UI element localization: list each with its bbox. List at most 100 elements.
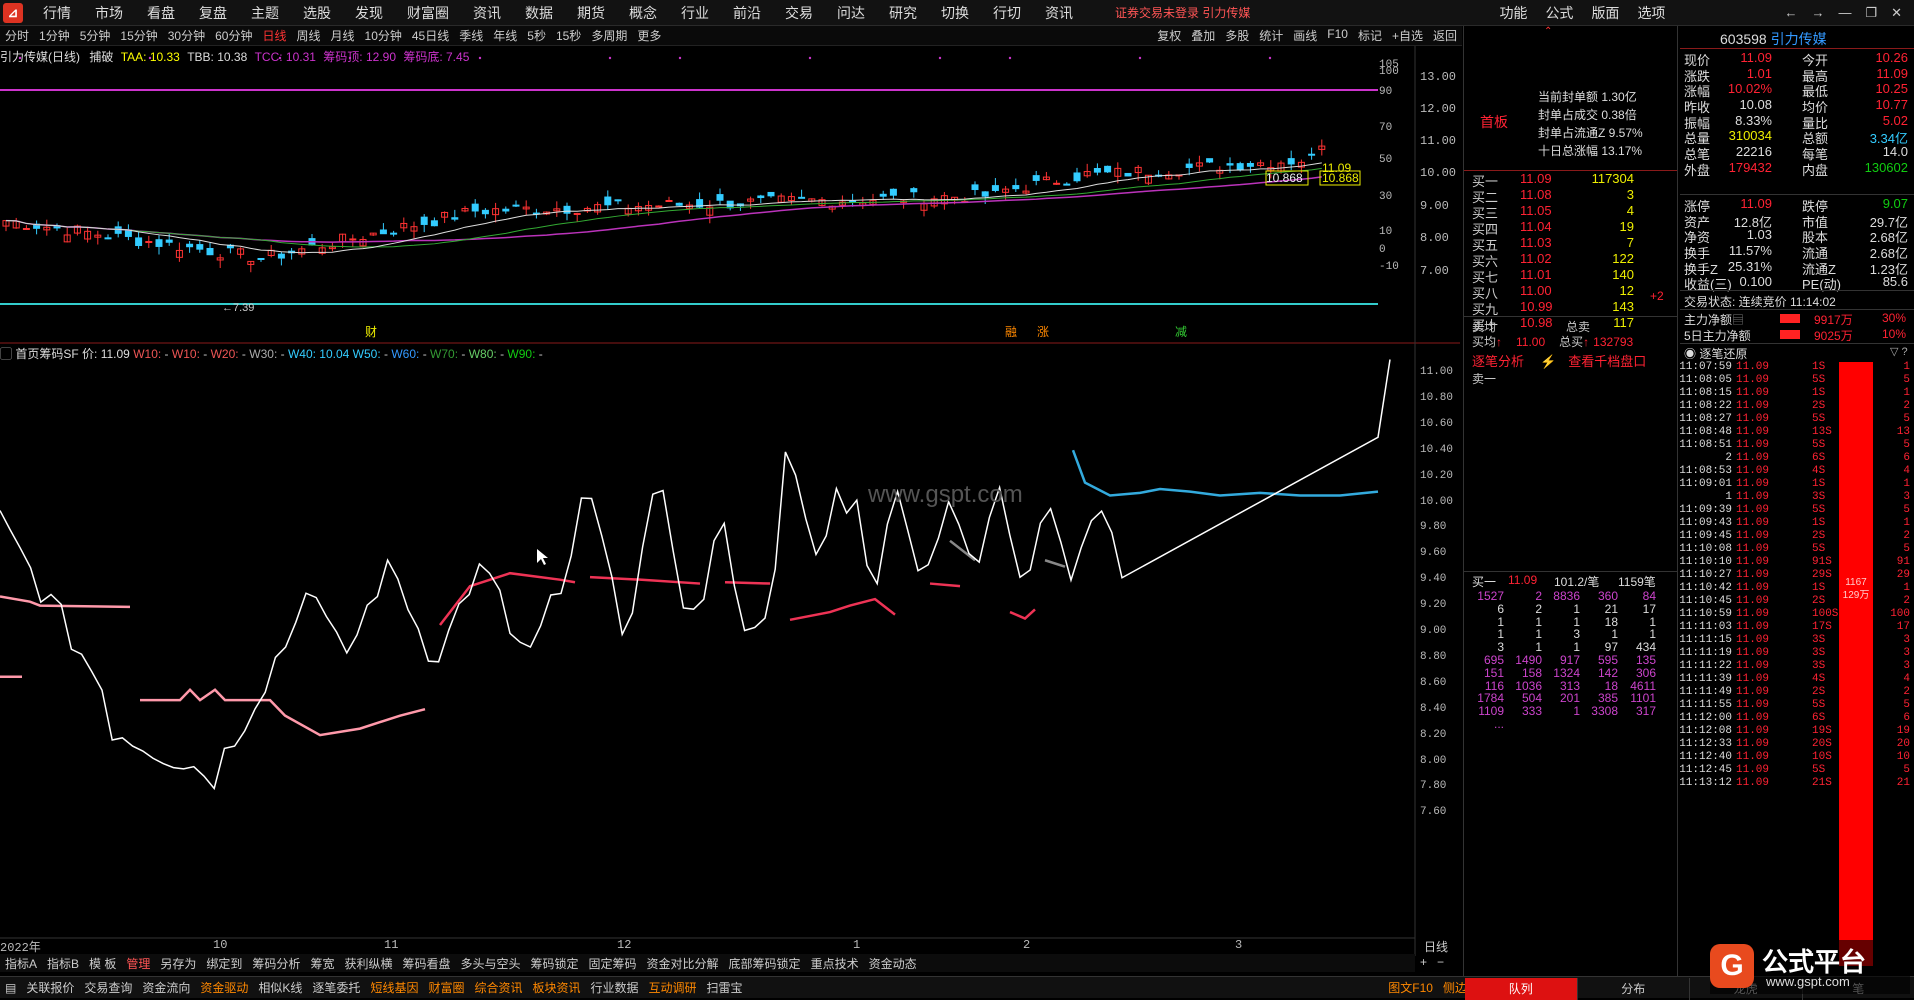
event-mark-cai[interactable]: 财 [365, 325, 377, 339]
expand-icon[interactable]: ▢ [0, 347, 12, 361]
menu-item[interactable]: 问达 [837, 3, 865, 23]
indicator-tab[interactable]: 模 板 [89, 955, 116, 972]
indicator-tab[interactable]: 固定筹码 [589, 955, 637, 972]
panel-tab[interactable]: 关联报价 [26, 979, 74, 996]
tool-button[interactable]: 标记 [1358, 27, 1382, 44]
indicator-tab[interactable]: 多头与空头 [460, 955, 520, 972]
zoom-out-icon[interactable]: − [1437, 955, 1444, 969]
restore-icon[interactable]: ❐ [1865, 5, 1877, 21]
period-tab[interactable]: 周线 [296, 27, 320, 44]
period-tab[interactable]: 分时 [5, 27, 29, 44]
menu-right-item[interactable]: 公式 [1545, 3, 1573, 23]
menu-item[interactable]: 数据 [525, 3, 553, 23]
zoom-in-icon[interactable]: + [1420, 955, 1427, 969]
back-icon[interactable]: ← [1784, 5, 1797, 21]
panel-icon[interactable]: ▤ [5, 981, 16, 995]
menu-right-item[interactable]: 选项 [1637, 3, 1665, 23]
bid-row[interactable]: 买五11.037 [1472, 235, 1672, 251]
tool-button[interactable]: 统计 [1259, 27, 1283, 44]
indicator-tab[interactable]: 另存为 [160, 955, 196, 972]
tool-button[interactable]: F10 [1327, 27, 1348, 44]
panel-tab[interactable]: 财富圈 [428, 979, 464, 996]
indicator-tab[interactable]: 指标B [47, 955, 79, 972]
bid-row[interactable]: 买一11.09117304 [1472, 171, 1672, 187]
panel-tab[interactable]: 队列 [1465, 978, 1577, 1000]
indicator-tab[interactable]: 筹宽 [310, 955, 334, 972]
period-tab[interactable]: 季线 [459, 27, 483, 44]
period-tab[interactable]: 60分钟 [215, 27, 252, 44]
panel-tab[interactable]: 互动调研 [649, 979, 697, 996]
close-icon[interactable]: ✕ [1891, 5, 1902, 21]
chip-title[interactable]: 首页筹码SF [15, 347, 78, 361]
menu-item[interactable]: 概念 [629, 3, 657, 23]
menu-item[interactable]: 资讯 [1045, 3, 1073, 23]
minimize-icon[interactable]: — [1838, 5, 1851, 21]
event-mark-jian[interactable]: 减 [1175, 325, 1187, 339]
period-tab[interactable]: 10分钟 [365, 27, 402, 44]
indicator-tab[interactable]: 资金动态 [869, 955, 917, 972]
menu-item[interactable]: 资讯 [473, 3, 501, 23]
panel-tab[interactable]: 分布 [1577, 978, 1690, 1000]
indicator-tab[interactable]: 筹码看盘 [402, 955, 450, 972]
bid-row[interactable]: 买六11.02122 [1472, 251, 1672, 267]
period-tab[interactable]: 多周期 [591, 27, 627, 44]
menu-item[interactable]: 发现 [355, 3, 383, 23]
menu-item[interactable]: 行业 [681, 3, 709, 23]
menu-item[interactable]: 看盘 [147, 3, 175, 23]
tick-analysis-link[interactable]: 逐笔分析 [1472, 354, 1524, 369]
period-tab[interactable]: 30分钟 [168, 27, 205, 44]
bid-row[interactable]: 买二11.083 [1472, 187, 1672, 203]
menu-right-item[interactable]: 功能 [1499, 3, 1527, 23]
indicator-tab[interactable]: 底部筹码锁定 [729, 955, 801, 972]
tool-button[interactable]: 返回 [1433, 27, 1457, 44]
indicator-tab[interactable]: 资金对比分解 [647, 955, 719, 972]
menu-item[interactable]: 期货 [577, 3, 605, 23]
indicator-tab[interactable]: 筹码分析 [252, 955, 300, 972]
forward-icon[interactable]: → [1811, 5, 1824, 21]
panel-tab[interactable]: 板块资讯 [532, 979, 580, 996]
period-tab[interactable]: 15分钟 [120, 27, 157, 44]
indicator-tab[interactable]: 绑定到 [206, 955, 242, 972]
bid-row[interactable]: 买八11.0012 [1472, 283, 1672, 299]
bid-row[interactable]: 买七11.01140 [1472, 267, 1672, 283]
panel-tab[interactable]: 逐笔委托 [312, 979, 360, 996]
tool-button[interactable]: 画线 [1293, 27, 1317, 44]
collapse-icon[interactable]: ⌃ [1544, 26, 1564, 36]
panel-tab[interactable]: 资金驱动 [200, 979, 248, 996]
menu-item[interactable]: 研究 [889, 3, 917, 23]
chart-area[interactable]: 10.868 10.868 11.09 ←7.39 财 融 涨 减 www.gs… [0, 46, 1460, 956]
indicator-tab[interactable]: 指标A [5, 955, 37, 972]
tool-button[interactable]: 多股 [1225, 27, 1249, 44]
menu-item[interactable]: 前沿 [733, 3, 761, 23]
period-tab[interactable]: 5秒 [527, 27, 546, 44]
menu-item[interactable]: 行切 [993, 3, 1021, 23]
tool-button[interactable]: +自选 [1392, 27, 1423, 44]
panel-tab[interactable]: 短线基因 [370, 979, 418, 996]
panel-tab[interactable]: 行业数据 [591, 979, 639, 996]
indicator-tab[interactable]: 管理 [126, 955, 150, 972]
menu-item[interactable]: 切换 [941, 3, 969, 23]
event-mark-zhang[interactable]: 涨 [1037, 324, 1049, 339]
period-tab[interactable]: 45日线 [412, 27, 449, 44]
panel-tab[interactable]: 相似K线 [258, 979, 302, 996]
info-icon[interactable]: ▤ [1732, 313, 1744, 327]
menu-item[interactable]: 行情 [43, 3, 71, 23]
side-tab[interactable]: 图文F10 [1388, 979, 1433, 996]
period-tab[interactable]: 月线 [331, 27, 355, 44]
period-tab[interactable]: 15秒 [556, 27, 581, 44]
depth-link[interactable]: 查看千档盘口 [1568, 354, 1646, 369]
tool-button[interactable]: 叠加 [1191, 27, 1215, 44]
bid-row[interactable]: 买九10.99143 [1472, 299, 1672, 315]
menu-item[interactable]: 交易 [785, 3, 813, 23]
bid-row[interactable]: 买三11.054 [1472, 203, 1672, 219]
menu-item[interactable]: 市场 [95, 3, 123, 23]
period-tab[interactable]: 年线 [493, 27, 517, 44]
login-notice[interactable]: 证券交易未登录 引力传媒 [1115, 4, 1250, 21]
menu-item[interactable]: 选股 [303, 3, 331, 23]
indicator-tab[interactable]: 获利纵横 [344, 955, 392, 972]
period-tab[interactable]: 5分钟 [80, 27, 111, 44]
menu-item[interactable]: 财富圈 [407, 3, 449, 23]
indicator-tab[interactable]: 重点技术 [811, 955, 859, 972]
period-tab[interactable]: 更多 [637, 27, 661, 44]
menu-right-item[interactable]: 版面 [1591, 3, 1619, 23]
